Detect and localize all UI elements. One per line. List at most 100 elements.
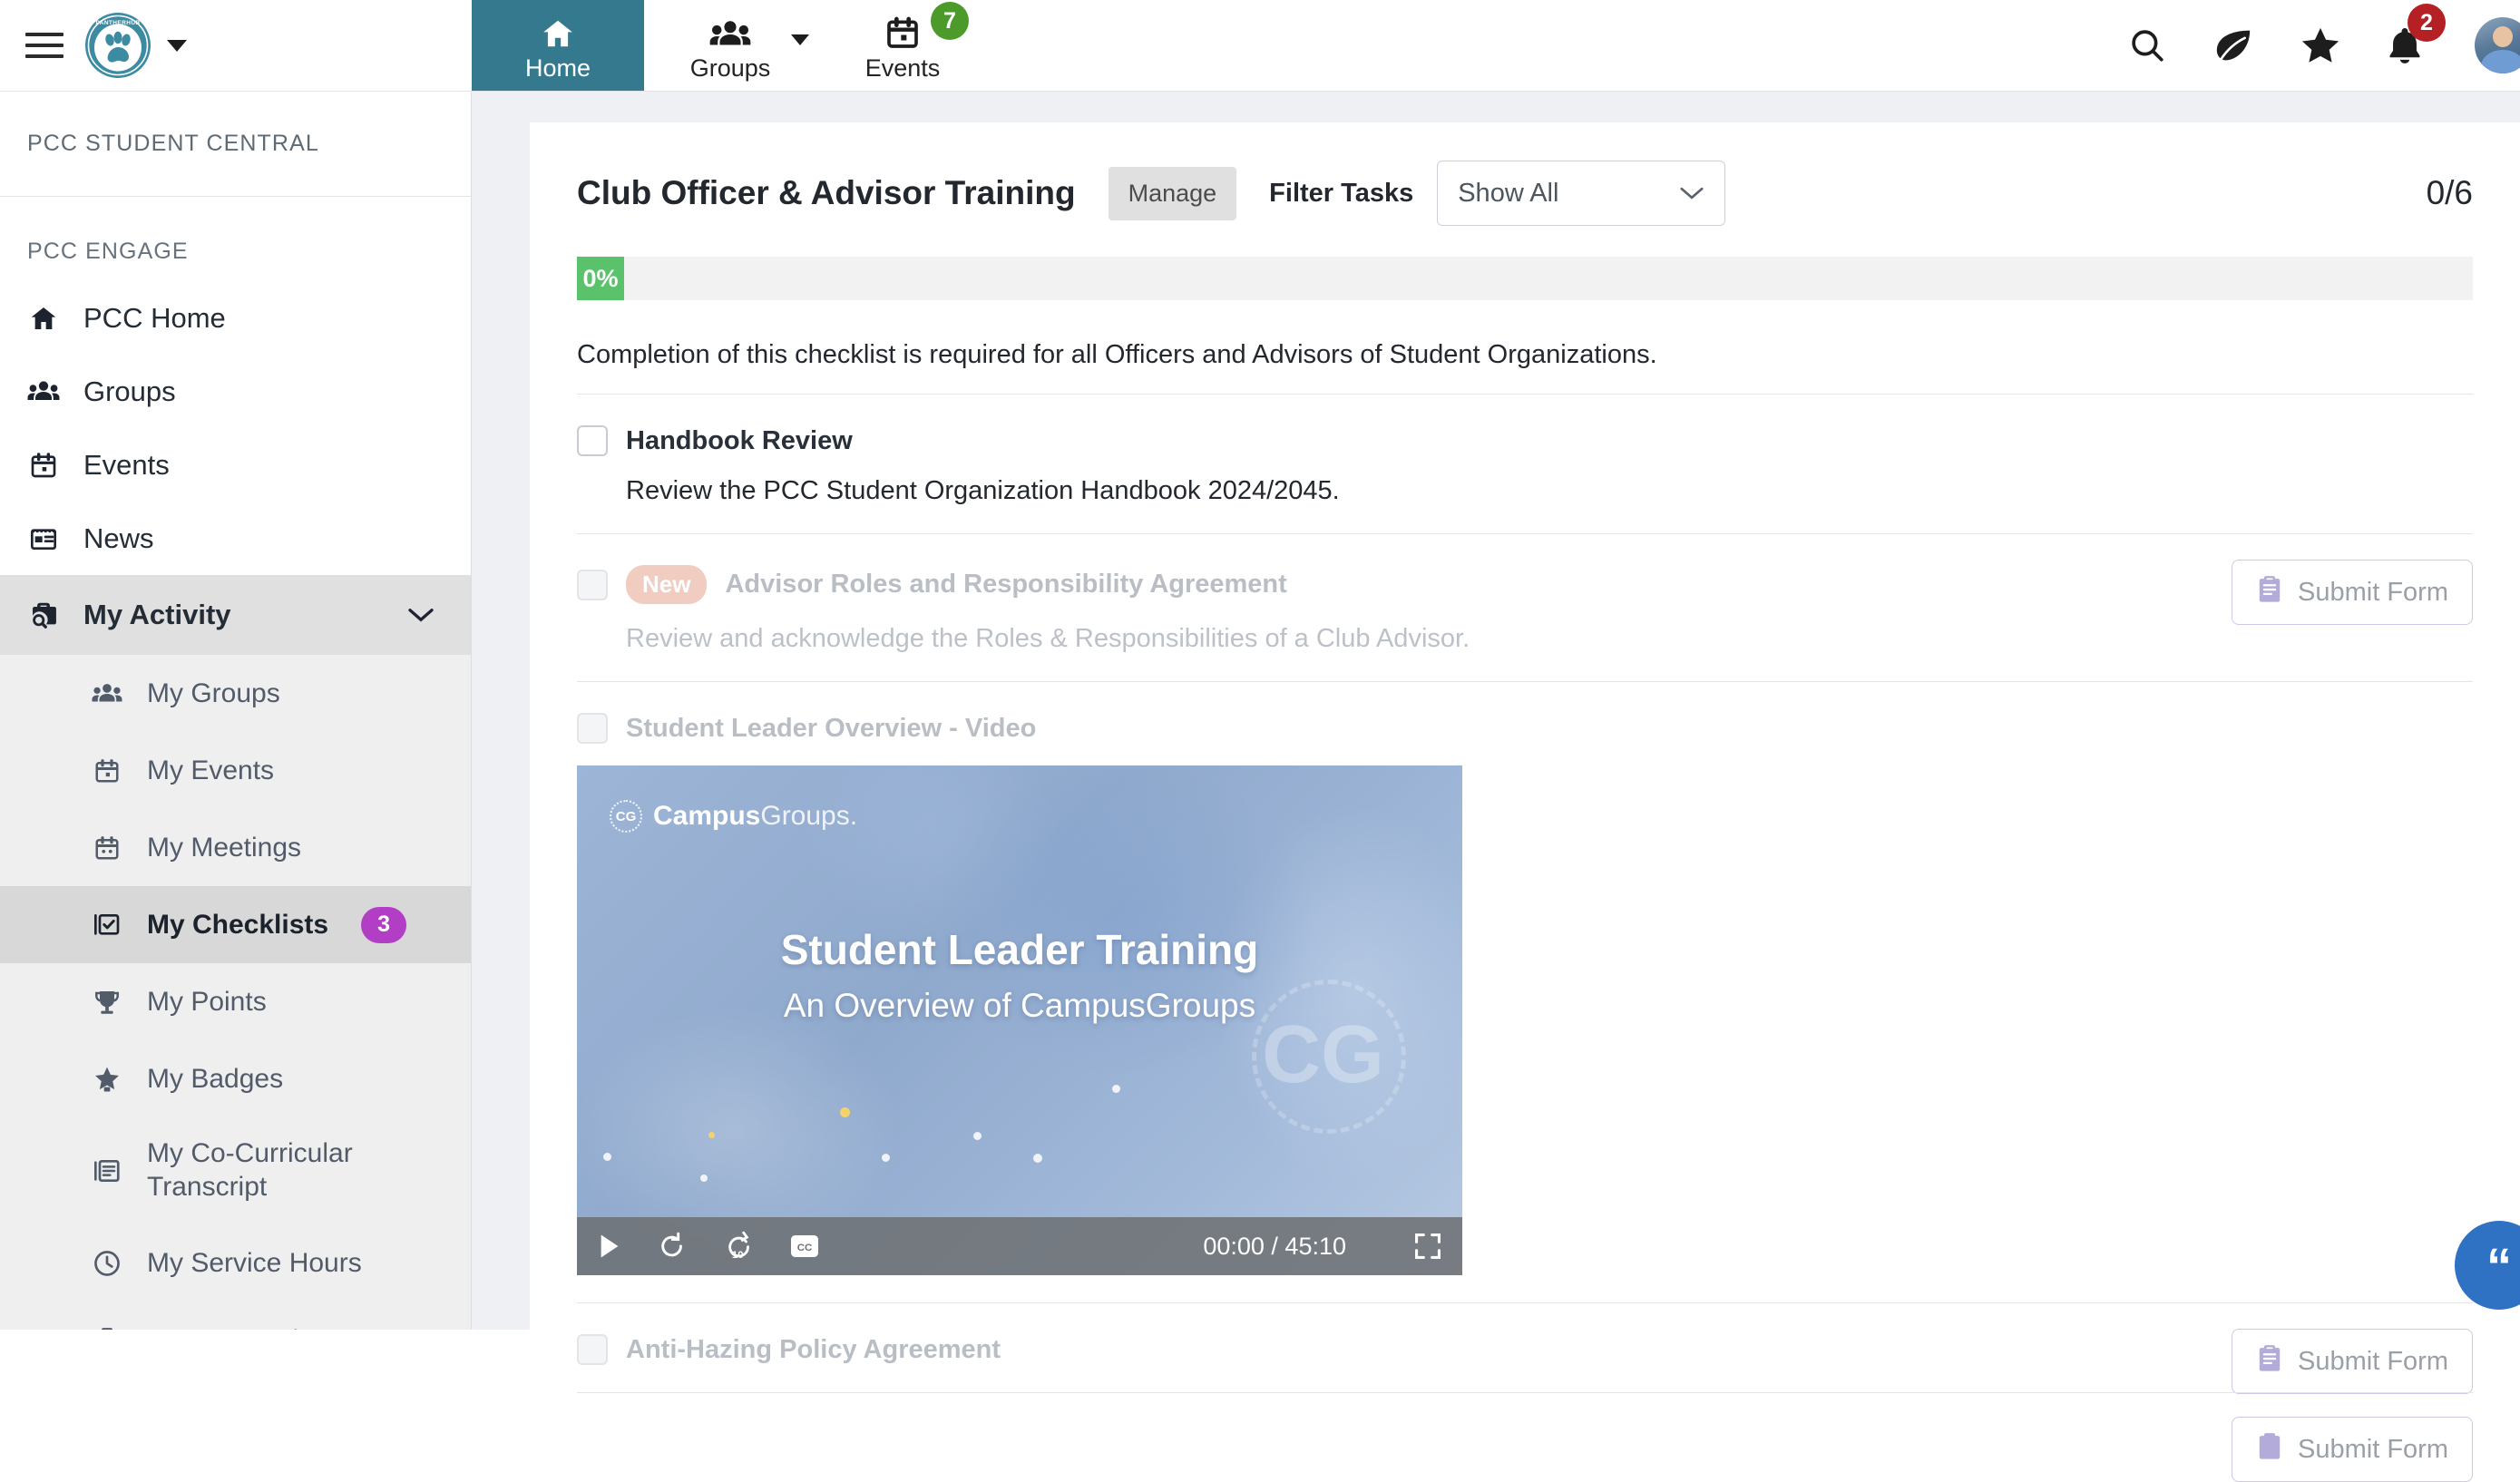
sidebar-subitem-label: My Events (147, 756, 274, 786)
groups-icon (709, 11, 751, 51)
decorative-dot (1112, 1085, 1120, 1093)
decorative-dot (603, 1153, 611, 1161)
transcript-icon (91, 1157, 123, 1185)
task-header: Student Leader Overview - Video (577, 713, 2473, 744)
sidebar-item-my-checklists[interactable]: My Checklists 3 (0, 886, 471, 963)
calendar-icon (91, 757, 123, 785)
task-title: Anti-Hazing Policy Agreement (626, 1335, 1001, 1365)
sidebar-item-label: Events (83, 449, 170, 482)
tab-groups[interactable]: Groups (644, 0, 816, 91)
clipboard-icon (2256, 574, 2283, 610)
task-checkbox[interactable] (577, 1334, 608, 1365)
manage-button[interactable]: Manage (1109, 167, 1237, 220)
sidebar-subitem-label: My Checklists (147, 910, 328, 941)
sidebar-item-my-events[interactable]: My Events (0, 732, 471, 809)
closed-captions-icon[interactable]: CC (791, 1235, 818, 1257)
sidebar-group-label: My Activity (83, 599, 231, 631)
chevron-down-icon[interactable] (407, 599, 435, 631)
activity-icon (27, 600, 60, 629)
pantherhub-paw-logo[interactable]: PANTHERHUB (83, 11, 152, 80)
clock-icon (91, 1249, 123, 1278)
clipboard-icon (91, 1326, 123, 1331)
sidebar-item-my-points[interactable]: My Points (0, 963, 471, 1040)
submit-form-button[interactable]: Submit Form (2232, 1417, 2473, 1482)
task-title: Student Leader Overview - Video (626, 714, 1036, 744)
video-controls: 10 CC 00:00 / 45:10 (577, 1217, 1462, 1275)
tab-groups-caret-icon[interactable] (791, 34, 809, 45)
task-row: Anti-Hazing Policy Agreement Submit Form (577, 1302, 2473, 1392)
sidebar-group-my-activity[interactable]: My Activity (0, 575, 471, 655)
submit-form-button[interactable]: Submit Form (2232, 560, 2473, 625)
filter-tasks-selected-value: Show All (1458, 179, 1558, 209)
sidebar-item-my-service-hours[interactable]: My Service Hours (0, 1224, 471, 1302)
sidebar-subitem-label: My Badges (147, 1064, 283, 1095)
progress-bar-fill: 0% (577, 257, 624, 300)
sidebar-item-news[interactable]: News (0, 502, 471, 575)
hamburger-icon[interactable] (25, 30, 63, 61)
bell-icon[interactable]: 2 (2388, 25, 2422, 65)
video-title: Student Leader Training (577, 925, 1462, 974)
chevron-down-icon (1679, 179, 1704, 209)
sidebar-item-my-co-curricular-transcript[interactable]: My Co-Curricular Transcript (0, 1117, 471, 1224)
sidebar-subitem-label: My Service Hours (147, 1248, 362, 1279)
submit-form-label: Submit Form (2298, 1347, 2448, 1377)
campusgroups-logo: CG CampusGroups. (610, 800, 857, 833)
badge-star-icon (91, 1066, 123, 1093)
events-count-badge: 7 (931, 2, 969, 40)
logo-dropdown-caret-icon[interactable] (167, 40, 187, 52)
svg-text:CC: CC (797, 1243, 812, 1253)
play-icon[interactable] (599, 1233, 620, 1259)
sidebar-item-my-surveys-forms[interactable]: My Surveys/Forms (0, 1302, 471, 1330)
topbar-right-icons: 2 (2128, 0, 2520, 91)
filter-tasks-select[interactable]: Show All (1437, 161, 1725, 226)
checklists-count-badge: 3 (361, 907, 406, 943)
sidebar-item-label: PCC Home (83, 302, 226, 335)
video-subtitle: An Overview of CampusGroups (577, 987, 1462, 1025)
leaf-icon[interactable] (2213, 27, 2253, 63)
decorative-dot (840, 1107, 850, 1117)
checklist-icon (91, 912, 123, 939)
checklist-header: Club Officer & Advisor Training Manage F… (577, 122, 2473, 226)
sidebar-item-my-groups[interactable]: My Groups (0, 655, 471, 732)
task-checkbox[interactable] (577, 425, 608, 456)
sidebar-section-heading: PCC ENGAGE (0, 197, 471, 281)
sidebar-subitem-label: My Co-Curricular Transcript (147, 1137, 471, 1204)
campusgroups-mark-icon: CG (610, 800, 642, 833)
sidebar: PCC STUDENT CENTRAL PCC ENGAGE PCC Home … (0, 92, 472, 1330)
sidebar-item-events[interactable]: Events (0, 428, 471, 502)
task-header: Anti-Hazing Policy Agreement (577, 1334, 2473, 1365)
search-icon[interactable] (2128, 26, 2166, 64)
tab-events[interactable]: Events 7 (816, 0, 989, 91)
task-checkbox[interactable] (577, 570, 608, 600)
avatar[interactable] (2475, 17, 2520, 73)
sidebar-item-my-meetings[interactable]: My Meetings (0, 809, 471, 886)
sidebar-item-groups[interactable]: Groups (0, 355, 471, 428)
decorative-dot (973, 1132, 982, 1140)
video-player[interactable]: CG CampusGroups. CG Student Leader Train… (577, 765, 1462, 1275)
calendar-icon (884, 11, 921, 51)
sidebar-item-label: Groups (83, 375, 176, 408)
trophy-icon (91, 989, 123, 1016)
topbar-left-cluster: PANTHERHUB (0, 0, 472, 91)
sidebar-item-my-badges[interactable]: My Badges (0, 1040, 471, 1117)
campusgroups-logo-bold: Campus (653, 801, 760, 831)
submit-form-button[interactable]: Submit Form (2232, 1329, 2473, 1394)
task-row-partial: Submit Form (577, 1392, 2473, 1424)
task-description: Review and acknowledge the Roles & Respo… (626, 624, 2473, 654)
task-row: Handbook Review Review the PCC Student O… (577, 394, 2473, 533)
tab-home-label: Home (525, 56, 591, 81)
brand-logo-group[interactable]: PANTHERHUB (83, 11, 187, 80)
sidebar-subitem-label: My Meetings (147, 833, 301, 863)
tab-home[interactable]: Home (472, 0, 644, 91)
svg-text:10: 10 (732, 1250, 744, 1261)
rewind-10-icon[interactable]: 10 (724, 1231, 753, 1262)
restart-icon[interactable] (659, 1232, 686, 1261)
sidebar-item-pcc-home[interactable]: PCC Home (0, 281, 471, 355)
task-checkbox[interactable] (577, 713, 608, 744)
sidebar-school-name: PCC STUDENT CENTRAL (0, 92, 471, 197)
tab-groups-label: Groups (690, 56, 771, 81)
tab-events-label: Events (865, 56, 941, 81)
campusgroups-logo-light: Groups. (760, 801, 857, 831)
fullscreen-icon[interactable] (1415, 1233, 1441, 1259)
star-icon[interactable] (2300, 26, 2340, 64)
